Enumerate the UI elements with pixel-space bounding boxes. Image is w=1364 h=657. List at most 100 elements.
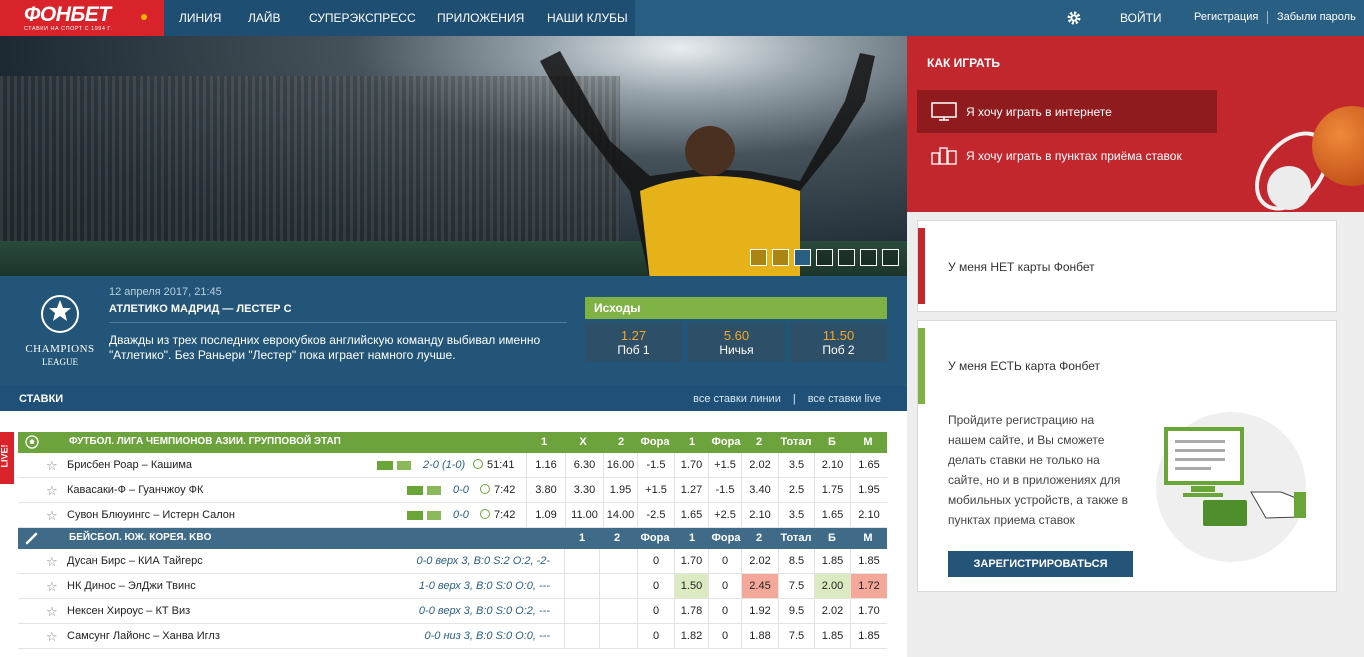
slide-dot-3[interactable]: [794, 249, 811, 266]
stats-icon[interactable]: [427, 511, 441, 520]
odds-cell[interactable]: 2.10: [741, 503, 778, 527]
play-points-option[interactable]: Я хочу играть в пунктах приёма ставок: [917, 136, 1217, 174]
odds-cell[interactable]: 2.45: [741, 574, 778, 598]
table-row[interactable]: ☆ НК Динос – ЭлДжи Твинс 1-0 верх 3, B:0 S…: [18, 574, 887, 599]
match-name[interactable]: Нексен Хироус – КТ Виз: [67, 605, 190, 617]
odds-cell[interactable]: 1.85: [814, 549, 850, 573]
login-link[interactable]: ВОЙТИ: [1120, 11, 1162, 25]
odds-cell[interactable]: 3.30: [565, 478, 603, 502]
nav-superexpress[interactable]: СУПЕРЭКСПРЕСС: [309, 11, 416, 25]
odds-cell[interactable]: 2.02: [741, 549, 778, 573]
table-row[interactable]: ☆ Самсунг Лайонс – Ханва Иглз 0-0 низ 3, B…: [18, 624, 887, 649]
odds-cell[interactable]: 0: [708, 599, 741, 623]
live-side-tab[interactable]: LIVE!: [0, 432, 14, 484]
odds-cell[interactable]: 1.82: [674, 624, 708, 648]
odds-cell[interactable]: 7.5: [778, 574, 814, 598]
table-row[interactable]: ☆ Нексен Хироус – КТ Виз 0-0 верх 3, B:0 S…: [18, 599, 887, 624]
slide-dot-2[interactable]: [772, 249, 789, 266]
tv-icon[interactable]: [407, 486, 423, 495]
outcome-win1-button[interactable]: 1.27 Поб 1: [585, 323, 682, 362]
forgot-password-link[interactable]: Забыли пароль: [1277, 11, 1356, 23]
play-online-option[interactable]: Я хочу играть в интернете: [917, 90, 1217, 133]
odds-cell[interactable]: 1.27: [674, 478, 708, 502]
odds-cell[interactable]: -1.5: [708, 478, 741, 502]
table-row[interactable]: ☆ Сувон Блюуингс – Истерн Салон 0-0 7:42 1.0…: [18, 503, 887, 528]
odds-cell[interactable]: 0: [637, 624, 674, 648]
table-group-header[interactable]: ФУТБОЛ. ЛИГА ЧЕМПИОНОВ АЗИИ. ГРУППОВОЙ Э…: [18, 432, 887, 453]
match-name[interactable]: Кавасаки-Ф – Гуанчжоу ФК: [67, 484, 203, 496]
match-name[interactable]: Брисбен Роар – Кашима: [67, 459, 192, 471]
odds-cell[interactable]: 2.10: [850, 503, 887, 527]
hero-banner[interactable]: [0, 36, 907, 276]
odds-cell[interactable]: 1.88: [741, 624, 778, 648]
odds-cell[interactable]: 1.95: [850, 478, 887, 502]
odds-cell[interactable]: 1.85: [850, 549, 887, 573]
favorite-star-icon[interactable]: ☆: [46, 554, 58, 570]
odds-cell[interactable]: 1.65: [674, 503, 708, 527]
gear-icon[interactable]: [1066, 10, 1082, 26]
odds-cell[interactable]: 3.80: [526, 478, 565, 502]
odds-cell[interactable]: 0: [708, 624, 741, 648]
odds-cell[interactable]: 0: [637, 574, 674, 598]
register-button[interactable]: ЗАРЕГИСТРИРОВАТЬСЯ: [948, 551, 1133, 577]
outcome-draw-button[interactable]: 5.60 Ничья: [688, 323, 785, 362]
odds-cell[interactable]: -2.5: [637, 503, 674, 527]
odds-cell[interactable]: 0: [637, 549, 674, 573]
odds-cell[interactable]: 1.50: [674, 574, 708, 598]
odds-cell[interactable]: 0: [637, 599, 674, 623]
all-line-bets-link[interactable]: все ставки линии: [693, 393, 781, 405]
odds-cell[interactable]: 1.85: [814, 624, 850, 648]
odds-cell[interactable]: 2.02: [814, 599, 850, 623]
odds-cell[interactable]: +1.5: [637, 478, 674, 502]
odds-cell[interactable]: 1.09: [526, 503, 565, 527]
match-name[interactable]: Самсунг Лайонс – Ханва Иглз: [67, 630, 220, 642]
favorite-star-icon[interactable]: ☆: [46, 508, 58, 524]
odds-cell[interactable]: 1.65: [850, 453, 887, 477]
odds-cell[interactable]: 8.5: [778, 549, 814, 573]
odds-cell[interactable]: 3.5: [778, 453, 814, 477]
table-row[interactable]: ☆ Дусан Бирс – КИА Тайгерс 0-0 верх 3, B:0…: [18, 549, 887, 574]
odds-cell[interactable]: 1.70: [674, 549, 708, 573]
odds-cell[interactable]: -1.5: [637, 453, 674, 477]
odds-cell[interactable]: 1.16: [526, 453, 565, 477]
slide-dot-7[interactable]: [882, 249, 899, 266]
slide-dot-5[interactable]: [838, 249, 855, 266]
odds-cell[interactable]: 1.95: [603, 478, 637, 502]
nav-apps[interactable]: ПРИЛОЖЕНИЯ: [437, 11, 524, 25]
match-name[interactable]: НК Динос – ЭлДжи Твинс: [67, 580, 196, 592]
odds-cell[interactable]: 0: [708, 574, 741, 598]
odds-cell[interactable]: 2.00: [814, 574, 850, 598]
favorite-star-icon[interactable]: ☆: [46, 579, 58, 595]
odds-cell[interactable]: 0: [708, 549, 741, 573]
nav-clubs[interactable]: НАШИ КЛУБЫ: [547, 11, 628, 25]
nav-live[interactable]: ЛАЙВ: [248, 11, 281, 25]
favorite-star-icon[interactable]: ☆: [46, 458, 58, 474]
odds-cell[interactable]: 3.40: [741, 478, 778, 502]
odds-cell[interactable]: 9.5: [778, 599, 814, 623]
odds-cell[interactable]: 1.70: [850, 599, 887, 623]
favorite-star-icon[interactable]: ☆: [46, 483, 58, 499]
tv-icon[interactable]: [407, 511, 423, 520]
match-name[interactable]: Дусан Бирс – КИА Тайгерс: [67, 555, 203, 567]
fonbet-logo[interactable]: ФОНБЕТ СТАВКИ НА СПОРТ С 1994 Г.: [0, 0, 164, 36]
favorite-star-icon[interactable]: ☆: [46, 629, 58, 645]
odds-cell[interactable]: 1.85: [850, 624, 887, 648]
odds-cell[interactable]: 6.30: [565, 453, 603, 477]
odds-cell[interactable]: 2.02: [741, 453, 778, 477]
all-live-bets-link[interactable]: все ставки live: [808, 393, 881, 405]
tv-icon[interactable]: [377, 461, 393, 470]
odds-cell[interactable]: 1.75: [814, 478, 850, 502]
register-link[interactable]: Регистрация: [1194, 11, 1258, 23]
odds-cell[interactable]: 1.72: [850, 574, 887, 598]
odds-cell[interactable]: 11.00: [565, 503, 603, 527]
match-title[interactable]: АТЛЕТИКО МАДРИД — ЛЕСТЕР С: [109, 303, 292, 315]
odds-cell[interactable]: 16.00: [603, 453, 637, 477]
slide-dot-6[interactable]: [860, 249, 877, 266]
odds-cell[interactable]: 1.70: [674, 453, 708, 477]
odds-cell[interactable]: 1.92: [741, 599, 778, 623]
odds-cell[interactable]: 14.00: [603, 503, 637, 527]
odds-cell[interactable]: 7.5: [778, 624, 814, 648]
odds-cell[interactable]: 3.5: [778, 503, 814, 527]
stats-icon[interactable]: [397, 461, 411, 470]
no-card-option[interactable]: У меня НЕТ карты Фонбет: [917, 220, 1337, 312]
